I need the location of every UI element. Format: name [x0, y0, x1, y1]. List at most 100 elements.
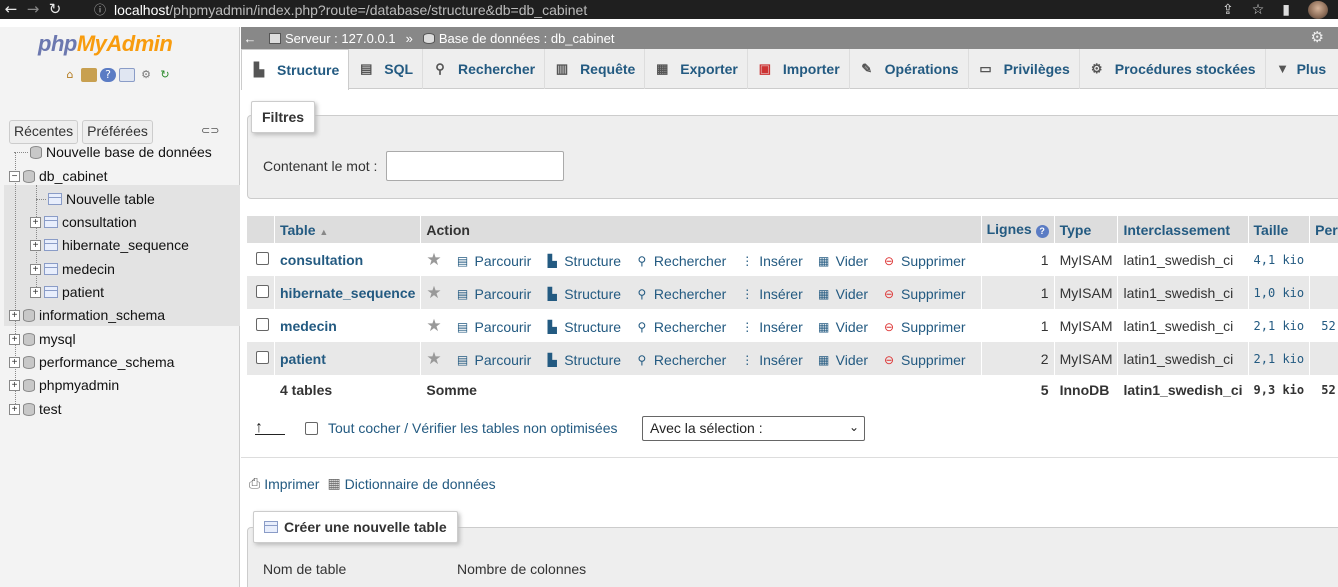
- col-overhead[interactable]: Perte: [1309, 216, 1338, 243]
- row-checkbox[interactable]: [256, 350, 269, 364]
- browse-action[interactable]: ▤ Parcourir: [456, 319, 531, 335]
- col-table[interactable]: Table ▲: [274, 216, 422, 243]
- tree-table-patient[interactable]: + patient: [30, 281, 104, 303]
- structure-action[interactable]: ▙ Structure: [545, 319, 621, 335]
- browse-action[interactable]: ▤ Parcourir: [456, 286, 531, 302]
- with-selected-dropdown[interactable]: Avec la sélection : ⌄: [642, 416, 865, 441]
- collapse-sidebar-icon[interactable]: ←: [241, 31, 259, 46]
- link-chain-icon[interactable]: ⊂⊃: [201, 124, 219, 137]
- settings-gear-icon[interactable]: ⚙: [138, 68, 154, 82]
- tree-db-mysql[interactable]: + mysql: [9, 328, 76, 350]
- structure-action[interactable]: ▙ Structure: [545, 352, 621, 368]
- tab-operations[interactable]: ✎ Opérations: [850, 49, 969, 89]
- row-checkbox[interactable]: [256, 317, 269, 331]
- size-link[interactable]: 2,1 kio: [1248, 342, 1311, 375]
- table-name-link[interactable]: patient: [280, 351, 326, 367]
- tab-search[interactable]: ⚲ Rechercher: [423, 49, 546, 89]
- tree-table-hibernate-sequence[interactable]: + hibernate_sequence: [30, 234, 189, 256]
- favorite-star-icon[interactable]: ★: [426, 349, 441, 368]
- expand-icon[interactable]: +: [30, 263, 41, 275]
- bookmark-star-icon[interactable]: ☆: [1252, 2, 1265, 18]
- expand-icon[interactable]: +: [9, 309, 20, 321]
- avatar[interactable]: [1308, 0, 1328, 19]
- refresh-icon[interactable]: ↻: [157, 68, 173, 82]
- logout-icon[interactable]: [81, 68, 97, 82]
- data-dictionary-link[interactable]: ▦ Dictionnaire de données: [327, 475, 495, 492]
- expand-icon[interactable]: +: [9, 403, 20, 415]
- search-action[interactable]: ⚲ Rechercher: [635, 319, 727, 335]
- tab-sql[interactable]: ▤ SQL: [349, 49, 424, 89]
- row-checkbox[interactable]: [256, 284, 269, 298]
- expand-icon[interactable]: +: [9, 333, 20, 345]
- insert-action[interactable]: ⋮ Insérer: [740, 319, 803, 335]
- col-size[interactable]: Taille: [1248, 216, 1311, 243]
- empty-action[interactable]: ▦ Vider: [817, 253, 868, 269]
- drop-action[interactable]: ⊖ Supprimer: [882, 253, 966, 269]
- sidepanel-icon[interactable]: ▮: [1282, 2, 1290, 18]
- expand-icon[interactable]: +: [9, 356, 20, 368]
- tab-export[interactable]: ▦ Exporter: [645, 49, 748, 89]
- structure-action[interactable]: ▙ Structure: [545, 253, 621, 269]
- structure-action[interactable]: ▙ Structure: [545, 286, 621, 302]
- col-collation[interactable]: Interclassement: [1117, 216, 1249, 243]
- tree-new-table[interactable]: Nouvelle table: [36, 188, 155, 210]
- drop-action[interactable]: ⊖ Supprimer: [882, 319, 966, 335]
- reload-icon[interactable]: ↻: [44, 0, 66, 19]
- expand-icon[interactable]: +: [30, 239, 41, 251]
- browse-action[interactable]: ▤ Parcourir: [456, 253, 531, 269]
- check-all-link[interactable]: Tout cocher / Vérifier les tables non op…: [328, 420, 617, 436]
- tab-more[interactable]: ▼ Plus: [1266, 49, 1336, 89]
- table-name-link[interactable]: medecin: [280, 318, 337, 334]
- size-link[interactable]: 1,0 kio: [1248, 276, 1311, 309]
- favorite-star-icon[interactable]: ★: [426, 316, 441, 335]
- search-action[interactable]: ⚲ Rechercher: [635, 352, 727, 368]
- col-type[interactable]: Type: [1054, 216, 1119, 243]
- insert-action[interactable]: ⋮ Insérer: [740, 352, 803, 368]
- tree-table-consultation[interactable]: + consultation: [30, 211, 137, 233]
- expand-icon[interactable]: +: [9, 379, 20, 391]
- address-bar[interactable]: ⓘ localhost/phpmyadmin/index.php?route=/…: [94, 1, 587, 18]
- table-name-link[interactable]: consultation: [280, 252, 363, 268]
- breadcrumb-server[interactable]: Serveur : 127.0.0.1: [285, 31, 396, 46]
- collapse-icon[interactable]: −: [9, 170, 20, 182]
- col-rows[interactable]: Lignes ?: [981, 216, 1055, 243]
- empty-action[interactable]: ▦ Vider: [817, 286, 868, 302]
- forward-arrow-icon[interactable]: →: [22, 0, 44, 19]
- favorite-star-icon[interactable]: ★: [426, 250, 441, 269]
- tree-db-cabinet[interactable]: − db_cabinet: [9, 165, 108, 187]
- row-checkbox[interactable]: [256, 251, 269, 265]
- breadcrumb-database[interactable]: Base de données : db_cabinet: [439, 31, 615, 46]
- empty-action[interactable]: ▦ Vider: [817, 352, 868, 368]
- search-action[interactable]: ⚲ Rechercher: [635, 286, 727, 302]
- filter-input[interactable]: [386, 151, 564, 181]
- tree-db-phpmyadmin[interactable]: + phpmyadmin: [9, 374, 119, 396]
- size-link[interactable]: 2,1 kio: [1248, 309, 1311, 342]
- empty-action[interactable]: ▦ Vider: [817, 319, 868, 335]
- tab-privileges[interactable]: ▭ Privilèges: [969, 49, 1080, 89]
- info-icon[interactable]: ⓘ: [94, 1, 106, 18]
- tab-import[interactable]: ▣ Importer: [748, 49, 850, 89]
- expand-icon[interactable]: +: [30, 216, 41, 228]
- browse-action[interactable]: ▤ Parcourir: [456, 352, 531, 368]
- tab-query[interactable]: ▥ Requête: [545, 49, 646, 89]
- size-link[interactable]: 4,1 kio: [1248, 243, 1311, 276]
- docs-icon[interactable]: [119, 68, 135, 82]
- back-arrow-icon[interactable]: ←: [0, 0, 22, 19]
- tree-db-test[interactable]: + test: [9, 398, 62, 420]
- help-icon[interactable]: ?: [1035, 225, 1049, 238]
- expand-icon[interactable]: +: [30, 286, 41, 298]
- share-icon[interactable]: ⇪: [1222, 2, 1234, 18]
- tree-db-information-schema[interactable]: + information_schema: [9, 304, 165, 326]
- phpmyadmin-logo[interactable]: phpMyAdmin: [38, 31, 173, 57]
- tree-new-database[interactable]: Nouvelle base de données: [14, 141, 212, 163]
- settings-gear-icon[interactable]: ⚙: [1311, 28, 1324, 46]
- insert-action[interactable]: ⋮ Insérer: [740, 253, 803, 269]
- tree-table-medecin[interactable]: + medecin: [30, 258, 115, 280]
- tree-db-performance-schema[interactable]: + performance_schema: [9, 351, 174, 373]
- table-name-link[interactable]: hibernate_sequence: [280, 285, 415, 301]
- help-icon[interactable]: ?: [100, 68, 116, 82]
- print-link[interactable]: ⎙ Imprimer: [249, 475, 319, 492]
- tab-structure[interactable]: ▙ Structure: [241, 49, 350, 90]
- check-all-checkbox[interactable]: [305, 421, 318, 435]
- favorite-star-icon[interactable]: ★: [426, 283, 441, 302]
